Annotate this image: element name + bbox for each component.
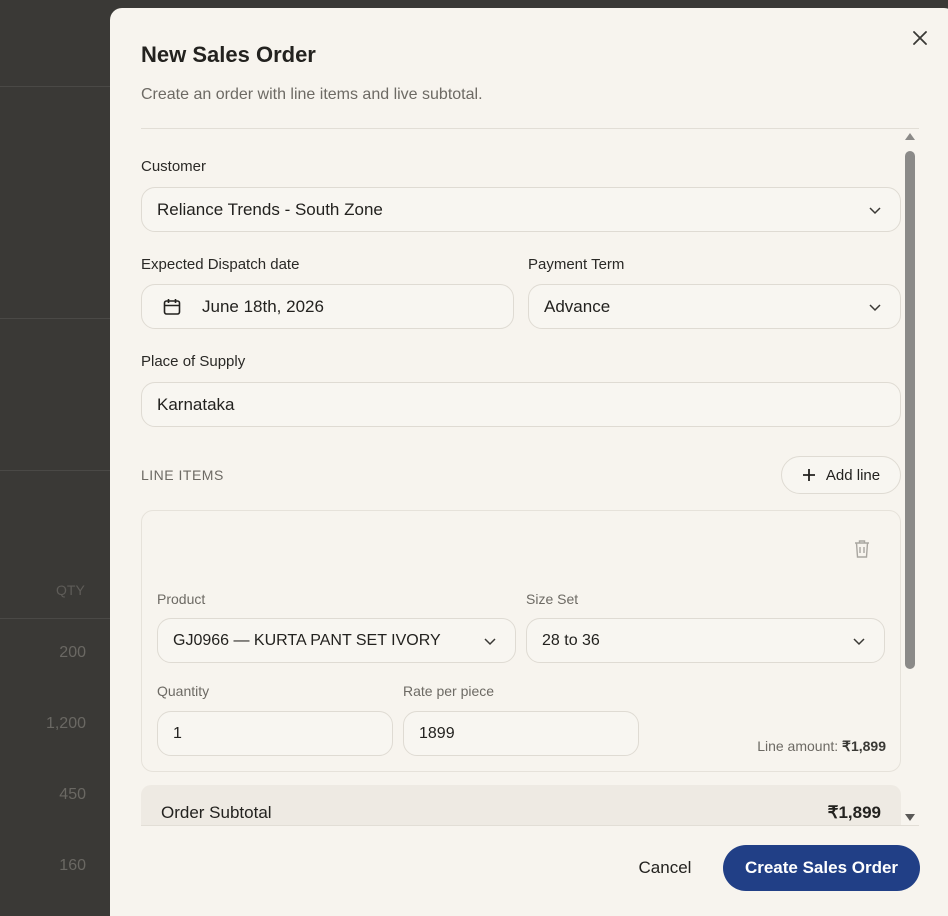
size-set-select[interactable]: 28 to 36 <box>526 618 885 663</box>
divider <box>0 318 120 319</box>
payment-term-select[interactable]: Advance <box>528 284 901 329</box>
trash-icon[interactable] <box>853 539 871 559</box>
footer-divider <box>141 825 919 826</box>
qty-cell: 1,200 <box>45 715 86 732</box>
quantity-label: Quantity <box>157 683 210 699</box>
close-icon <box>913 31 927 45</box>
line-amount-value: ₹1,899 <box>842 738 886 754</box>
line-amount-label: Line amount: <box>757 738 839 754</box>
subtotal-label: Order Subtotal <box>161 803 272 822</box>
product-label: Product <box>157 591 206 607</box>
dialog-subtitle: Create an order with line items and live… <box>141 86 483 103</box>
dispatch-date-picker[interactable]: June 18th, 2026 <box>141 284 514 329</box>
scrollbar-thumb[interactable] <box>905 151 915 669</box>
rate-value: 1899 <box>419 724 455 742</box>
place-of-supply-label: Place of Supply <box>141 353 246 370</box>
rate-input[interactable]: 1899 <box>403 711 639 756</box>
plus-icon <box>802 469 815 481</box>
scroll-up-arrow[interactable] <box>905 133 915 140</box>
qty-cell: 450 <box>59 786 86 803</box>
line-amount: Line amount: ₹1,899 <box>757 738 886 755</box>
close-button[interactable] <box>908 26 932 50</box>
scrollbar[interactable] <box>902 129 918 825</box>
add-line-label: Add line <box>825 466 881 484</box>
dialog-title: New Sales Order <box>141 42 316 67</box>
dispatch-date-label: Expected Dispatch date <box>141 256 300 273</box>
column-header-qty: QTY <box>56 582 85 598</box>
product-select[interactable]: GJ0966 — KURTA PANT SET IVORY <box>157 618 516 663</box>
payment-term-value: Advance <box>544 296 611 316</box>
dialog-body[interactable]: Customer Reliance Trends - South Zone Ex… <box>110 129 948 825</box>
customer-value: Reliance Trends - South Zone <box>157 199 383 219</box>
chevron-down-icon <box>869 207 881 215</box>
sales-order-dialog: New Sales Order Create an order with lin… <box>110 8 948 916</box>
cancel-button[interactable]: Cancel <box>620 846 710 890</box>
dispatch-date-value: June 18th, 2026 <box>202 296 324 316</box>
line-items-heading: LINE ITEMS <box>141 467 224 483</box>
place-of-supply-input[interactable]: Karnataka <box>141 382 901 427</box>
chevron-down-icon <box>484 638 496 646</box>
subtotal-value: ₹1,899 <box>827 803 881 822</box>
payment-term-label: Payment Term <box>528 256 625 273</box>
customer-label: Customer <box>141 158 207 175</box>
calendar-icon <box>163 298 181 315</box>
divider <box>0 86 120 87</box>
chevron-down-icon <box>853 638 865 646</box>
quantity-input[interactable]: 1 <box>157 711 393 756</box>
qty-cell: 200 <box>59 644 86 661</box>
place-of-supply-value: Karnataka <box>157 394 235 414</box>
divider <box>0 470 120 471</box>
divider <box>0 618 120 619</box>
order-subtotal-row: Order Subtotal ₹1,899 <box>141 785 901 825</box>
add-line-button[interactable]: Add line <box>781 456 901 494</box>
qty-cell: 160 <box>59 857 86 874</box>
customer-select[interactable]: Reliance Trends - South Zone <box>141 187 901 232</box>
scroll-down-arrow[interactable] <box>905 814 915 821</box>
product-value: GJ0966 — KURTA PANT SET IVORY <box>173 631 441 649</box>
line-item-card: Product GJ0966 — KURTA PANT SET IVORY Si… <box>141 510 901 772</box>
size-set-value: 28 to 36 <box>542 631 600 649</box>
quantity-value: 1 <box>173 724 182 742</box>
size-set-label: Size Set <box>526 591 579 607</box>
rate-label: Rate per piece <box>403 683 495 699</box>
create-sales-order-button[interactable]: Create Sales Order <box>723 845 920 891</box>
chevron-down-icon <box>869 304 881 312</box>
